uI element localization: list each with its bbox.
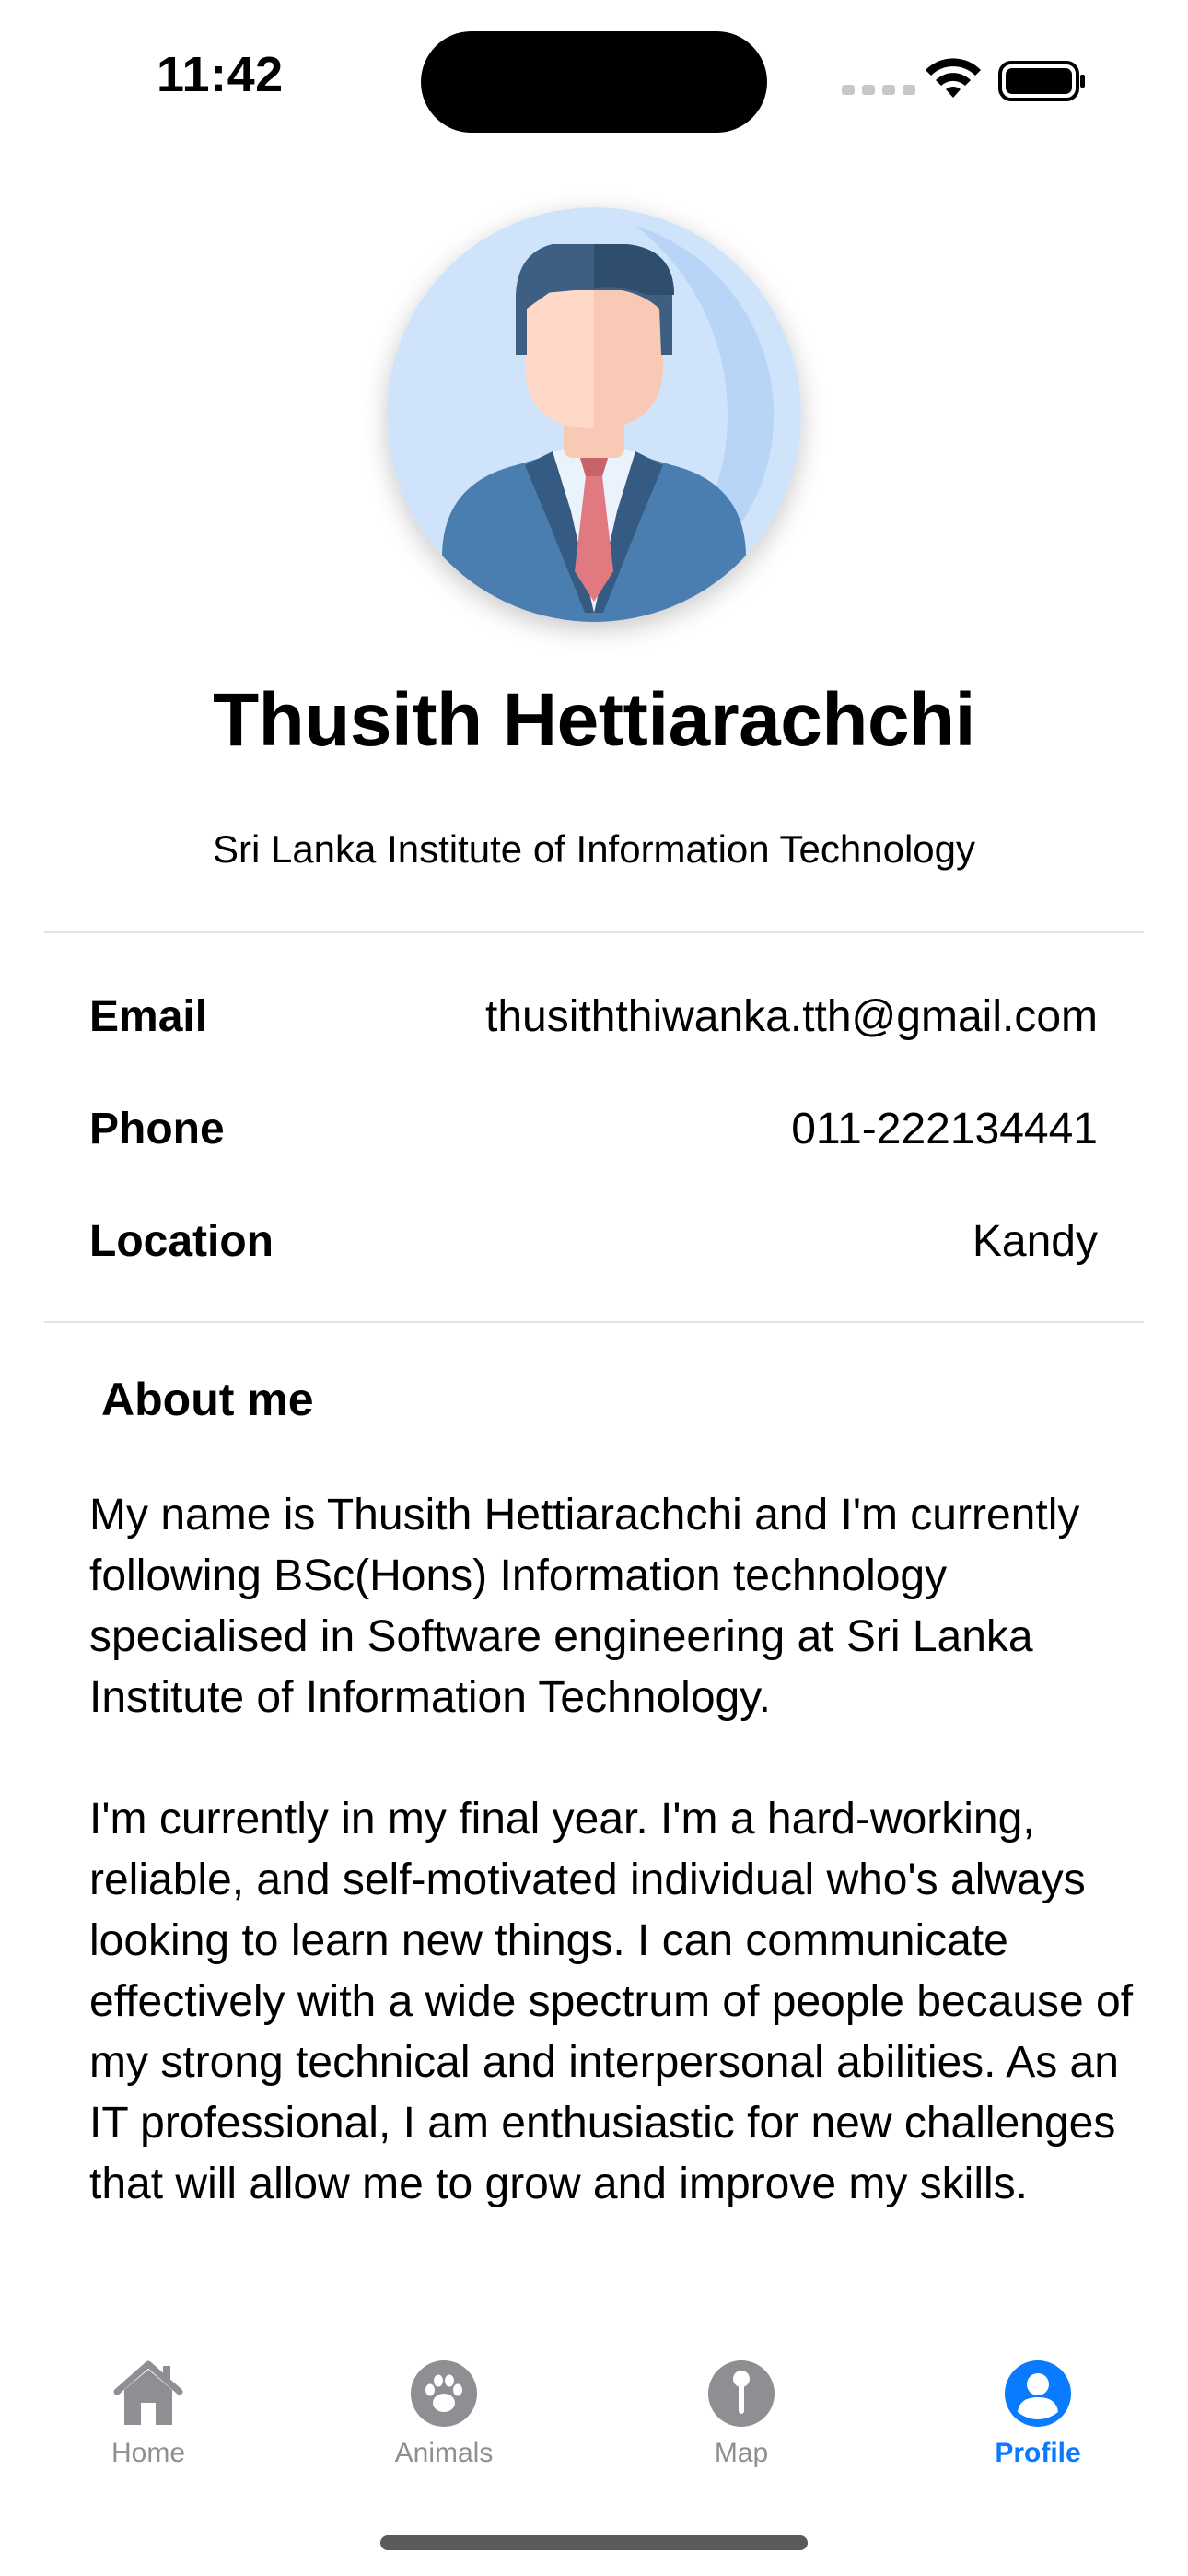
email-value: thusiththiwanka.tth@gmail.com bbox=[484, 992, 1098, 1041]
dynamic-island bbox=[421, 31, 767, 133]
status-time: 11:42 bbox=[157, 47, 284, 102]
person-circle-icon bbox=[1005, 2360, 1071, 2427]
tab-map[interactable]: Map bbox=[631, 2355, 852, 2469]
about-title: About me bbox=[101, 1374, 314, 1425]
home-indicator bbox=[380, 2535, 808, 2550]
paw-icon bbox=[411, 2360, 477, 2427]
battery-icon bbox=[998, 61, 1085, 101]
tab-animals-label: Animals bbox=[394, 2438, 494, 2468]
tab-home-label: Home bbox=[111, 2438, 186, 2468]
phone-value: 011-222134441 bbox=[791, 1105, 1098, 1153]
phone-label: Phone bbox=[89, 1105, 225, 1153]
profile-institute: Sri Lanka Institute of Information Techn… bbox=[212, 827, 976, 871]
location-label: Location bbox=[89, 1217, 274, 1266]
location-value: Kandy bbox=[972, 1217, 1098, 1266]
wifi-icon bbox=[926, 58, 981, 98]
divider bbox=[44, 931, 1144, 933]
map-pin-icon bbox=[708, 2360, 775, 2427]
divider bbox=[44, 1321, 1144, 1323]
email-label: Email bbox=[89, 992, 208, 1041]
tab-profile-label: Profile bbox=[995, 2438, 1081, 2468]
house-icon bbox=[113, 2360, 183, 2425]
tab-map-label: Map bbox=[714, 2438, 769, 2468]
about-text: My name is Thusith Hettiarachchi and I'm… bbox=[89, 1491, 1134, 2208]
cellular-signal-icon bbox=[842, 85, 915, 95]
avatar bbox=[387, 207, 801, 622]
tab-home[interactable]: Home bbox=[38, 2355, 259, 2469]
tab-animals[interactable]: Animals bbox=[333, 2355, 554, 2469]
profile-name: Thusith Hettiarachchi bbox=[213, 678, 975, 762]
tab-profile[interactable]: Profile bbox=[927, 2355, 1148, 2469]
